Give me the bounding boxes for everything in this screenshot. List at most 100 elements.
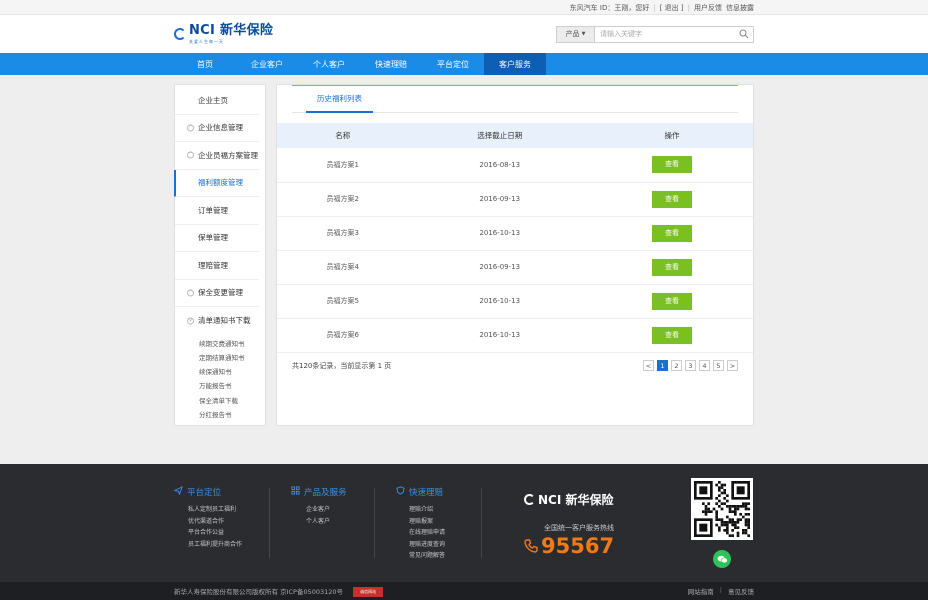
cell-name: 员福方案3 bbox=[277, 216, 409, 251]
search-category-label: 产品 bbox=[565, 30, 580, 38]
sidebar-item-notice-download[interactable]: v 清单通知书下载 bbox=[175, 307, 259, 335]
sidebar-item-orders[interactable]: 订单管理 bbox=[175, 197, 259, 225]
search-category-select[interactable]: 产品 ▼ bbox=[557, 26, 595, 42]
sidebar-item-label: 清单通知书下载 bbox=[198, 316, 251, 326]
sidebar-subitem[interactable]: 定期结算通知书 bbox=[199, 351, 265, 365]
view-button[interactable]: 查看 bbox=[651, 326, 692, 344]
wechat-icon[interactable] bbox=[713, 550, 731, 568]
sidebar-item-label: 保全变更管理 bbox=[198, 288, 243, 298]
sidebar-item-label: 理赔管理 bbox=[198, 260, 228, 270]
main-area: 企业主页 ^ 企业信息管理 ^ 企业员福方案管理 福利额度管理 订单管理 保单管… bbox=[174, 84, 754, 426]
hotline: 95567 bbox=[524, 534, 614, 558]
feedback-link[interactable]: 意见反馈 bbox=[728, 586, 754, 596]
cell-date: 2016-09-13 bbox=[408, 182, 591, 217]
search-icon[interactable] bbox=[735, 27, 753, 42]
nav-item-claims[interactable]: 快速理赔 bbox=[360, 53, 422, 75]
table-row: 员福方案6 2016-10-13 查看 bbox=[277, 318, 753, 353]
footer-link[interactable]: 私人定制员工福利 bbox=[188, 504, 242, 516]
disclosure-link[interactable]: 信息披露 bbox=[726, 3, 754, 13]
main-nav: 首页 企业客户 个人客户 快速理赔 平台定位 客户服务 bbox=[0, 53, 928, 75]
cell-date: 2016-10-13 bbox=[408, 284, 591, 319]
footer-link[interactable]: 员工福利提升商合作 bbox=[188, 539, 242, 551]
footer-col-title[interactable]: 平台定位 bbox=[187, 486, 221, 498]
expand-icon: ^ bbox=[187, 151, 194, 159]
footer-link[interactable]: 在线理赔申请 bbox=[409, 527, 445, 539]
sidebar-item-preservation[interactable]: ^ 保全变更管理 bbox=[175, 280, 259, 307]
divider: | bbox=[719, 586, 722, 594]
logo-mark-icon bbox=[174, 28, 186, 40]
page-button-3[interactable]: 3 bbox=[685, 360, 696, 371]
sidebar-subitem[interactable]: 分红报告书 bbox=[199, 408, 265, 422]
footer-link[interactable]: 常见问题解答 bbox=[409, 550, 445, 562]
site-guide-link[interactable]: 网站指南 bbox=[688, 586, 714, 596]
footer-link[interactable]: 平台合作公益 bbox=[188, 527, 242, 539]
cell-name: 员福方案4 bbox=[277, 250, 409, 285]
footer-link[interactable]: 理赔报案 bbox=[409, 516, 445, 528]
footer-link[interactable]: 理赔进度查询 bbox=[409, 539, 445, 551]
sidebar-item-label: 企业主页 bbox=[198, 95, 228, 105]
sidebar-subitem[interactable]: 保全清单下载 bbox=[199, 394, 265, 408]
search-input[interactable] bbox=[595, 26, 735, 42]
sidebar-item-label: 企业信息管理 bbox=[198, 123, 243, 133]
sidebar-item-home[interactable]: 企业主页 bbox=[175, 87, 259, 115]
footer-link[interactable]: 理赔介绍 bbox=[409, 504, 445, 516]
view-button[interactable]: 查看 bbox=[651, 258, 692, 276]
page-button-1[interactable]: 1 bbox=[657, 360, 668, 371]
page-button-5[interactable]: 5 bbox=[713, 360, 724, 371]
sidebar-item-claims[interactable]: 理赔管理 bbox=[175, 252, 259, 280]
brand-logo[interactable]: NCI 新华保险 关爱人生每一天 bbox=[174, 24, 273, 45]
sidebar-item-label: 企业员福方案管理 bbox=[198, 150, 258, 160]
trust-badge[interactable]: 诚信网站 bbox=[353, 586, 384, 597]
sidebar-subitem[interactable]: 万能报告书 bbox=[199, 379, 265, 393]
logo-mark-icon bbox=[524, 494, 535, 505]
nav-item-personal[interactable]: 个人客户 bbox=[298, 53, 360, 75]
sidebar-subitem[interactable]: 续期交费通知书 bbox=[199, 337, 265, 351]
sidebar-item-policies[interactable]: 保单管理 bbox=[175, 225, 259, 252]
nav-item-home[interactable]: 首页 bbox=[174, 53, 236, 75]
footer-divider bbox=[374, 488, 375, 558]
sidebar-subitem[interactable]: 续保通知书 bbox=[199, 365, 265, 379]
footer-link[interactable]: 个人客户 bbox=[306, 516, 347, 528]
tab-history-benefits[interactable]: 历史福利列表 bbox=[306, 85, 373, 113]
paper-plane-icon bbox=[173, 485, 183, 498]
bottom-bar: 新华人寿保险股份有限公司版权所有 京ICP备05003120号 诚信网站 网站指… bbox=[0, 582, 928, 600]
caret-down-icon: ▼ bbox=[581, 31, 586, 37]
next-page-icon[interactable]: > bbox=[727, 360, 738, 371]
view-button[interactable]: 查看 bbox=[651, 156, 692, 174]
logout-link[interactable]: [ 退出 ] bbox=[660, 3, 684, 13]
phone-icon bbox=[524, 534, 538, 558]
sidebar-item-label: 订单管理 bbox=[198, 205, 228, 215]
sidebar-item-label: 福利额度管理 bbox=[198, 178, 243, 188]
footer-link[interactable]: 企业客户 bbox=[306, 504, 347, 516]
benefit-table: 名称 选择截止日期 操作 员福方案1 2016-08-13 查看 员福方案2 2… bbox=[277, 123, 753, 353]
nav-item-service[interactable]: 客户服务 bbox=[484, 53, 546, 75]
prev-page-icon[interactable]: < bbox=[643, 360, 654, 371]
view-button[interactable]: 查看 bbox=[651, 292, 692, 310]
copyright-text: 新华人寿保险股份有限公司版权所有 京ICP备05003120号 bbox=[174, 587, 344, 596]
nav-item-enterprise[interactable]: 企业客户 bbox=[236, 53, 298, 75]
footer-link[interactable]: 优代渠道合作 bbox=[188, 516, 242, 528]
view-button[interactable]: 查看 bbox=[651, 190, 692, 208]
pagination-info: 共120条记录，当前显示第 1 页 bbox=[292, 361, 392, 370]
view-button[interactable]: 查看 bbox=[651, 224, 692, 242]
cell-date: 2016-10-13 bbox=[408, 216, 591, 251]
footer-col-title[interactable]: 快速理赔 bbox=[409, 486, 443, 498]
page-button-4[interactable]: 4 bbox=[699, 360, 710, 371]
sidebar-item-label: 保单管理 bbox=[198, 233, 228, 243]
feedback-link[interactable]: 用户反馈 bbox=[694, 3, 722, 13]
sidebar-item-company-info[interactable]: ^ 企业信息管理 bbox=[175, 115, 259, 142]
brand-name: NCI 新华保险 bbox=[189, 22, 274, 38]
sidebar: 企业主页 ^ 企业信息管理 ^ 企业员福方案管理 福利额度管理 订单管理 保单管… bbox=[174, 84, 266, 426]
table-row: 员福方案4 2016-09-13 查看 bbox=[277, 250, 753, 285]
sidebar-item-benefit-quota[interactable]: 福利额度管理 bbox=[174, 169, 259, 197]
column-header-action: 操作 bbox=[590, 123, 753, 148]
sidebar-item-benefit-plan[interactable]: ^ 企业员福方案管理 bbox=[175, 142, 259, 170]
divider: | bbox=[687, 3, 690, 12]
content-panel: 历史福利列表 名称 选择截止日期 操作 员福方案1 2016-08-13 查看 … bbox=[276, 84, 754, 426]
nav-item-platform[interactable]: 平台定位 bbox=[422, 53, 484, 75]
page-button-2[interactable]: 2 bbox=[671, 360, 682, 371]
footer-col-title[interactable]: 产品及服务 bbox=[304, 486, 347, 498]
column-header-name: 名称 bbox=[277, 123, 409, 148]
cell-name: 员福方案5 bbox=[277, 284, 409, 319]
shield-icon bbox=[396, 486, 405, 498]
